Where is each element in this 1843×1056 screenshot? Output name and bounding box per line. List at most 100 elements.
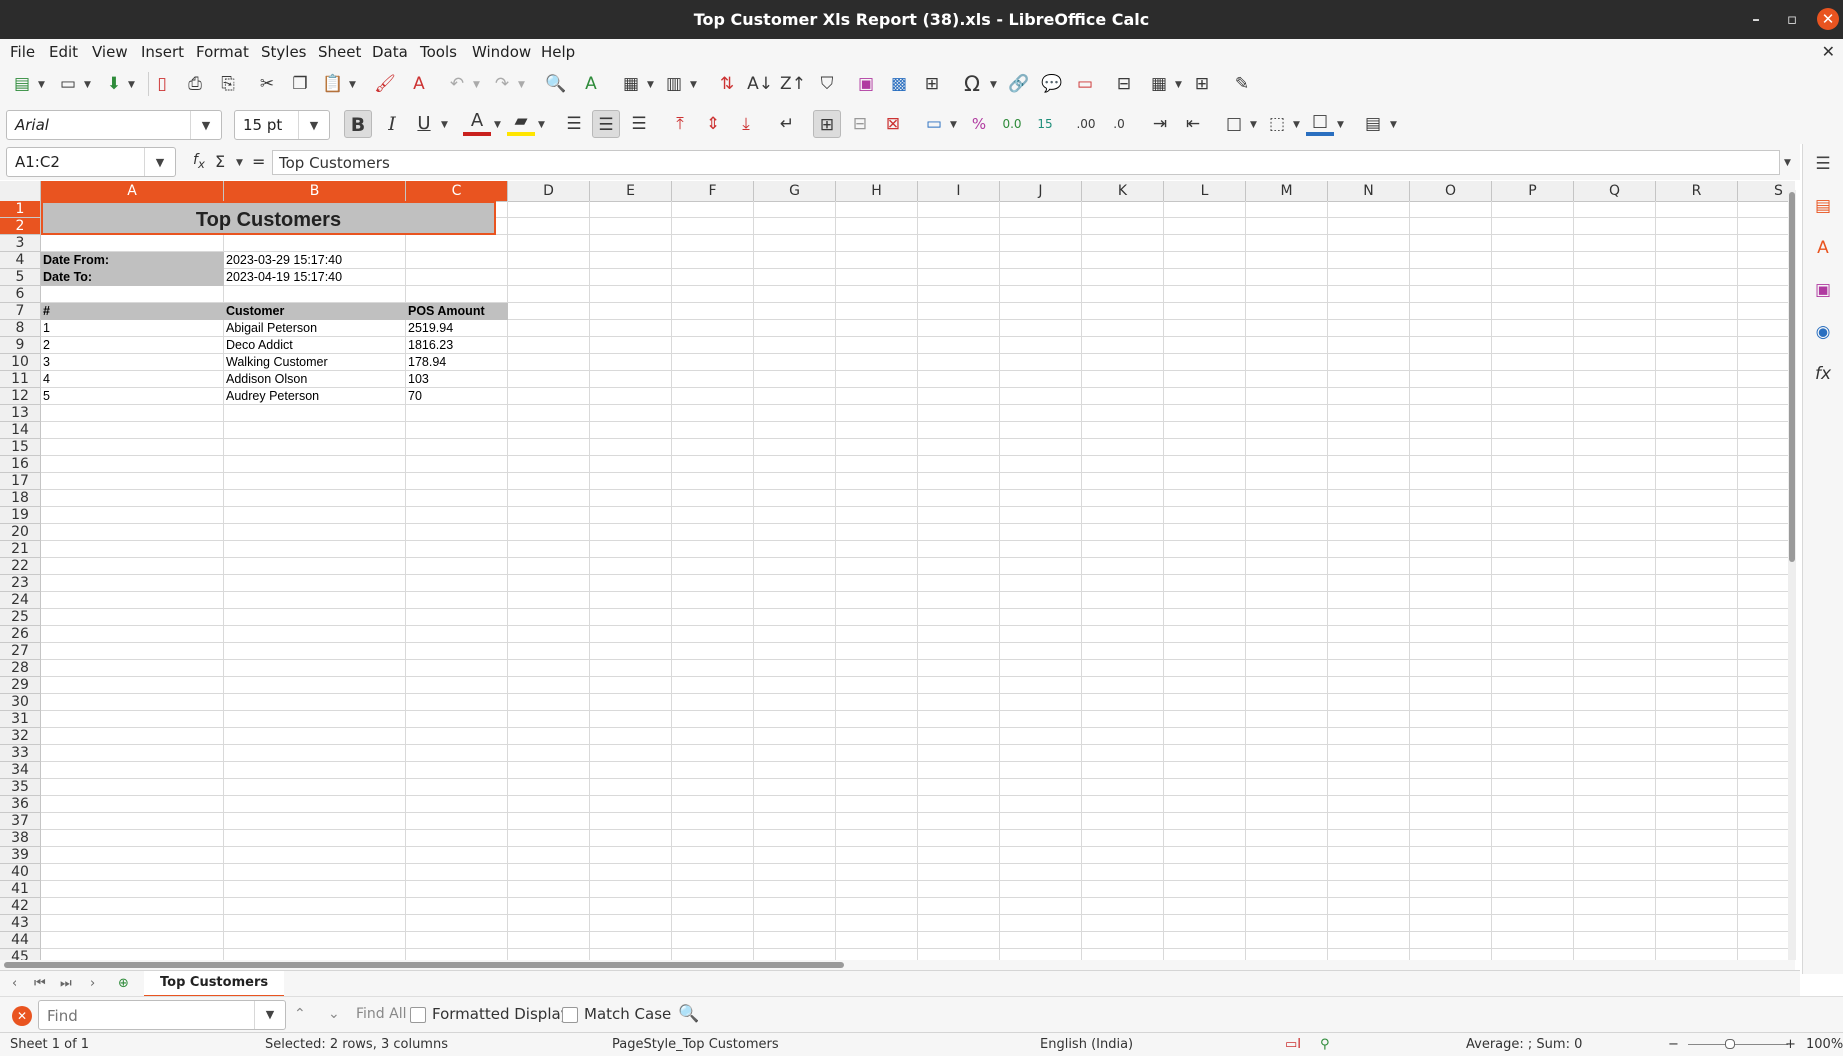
table-cell-number[interactable]: 4 [41,371,224,388]
sum-average-info[interactable]: Average: ; Sum: 0 [1466,1037,1582,1052]
menu-view[interactable]: View [92,43,128,61]
row-header[interactable]: 28 [0,660,41,677]
row-header[interactable]: 6 [0,286,41,303]
row-header[interactable]: 2 [0,218,41,235]
spreadsheet-grid[interactable]: A B C D E F G H I J K L M N O P Q R S 12… [0,181,1795,960]
cell-area[interactable]: Top Customers Date From: 2023-03-29 15:1… [41,201,1795,960]
freeze-dropdown-icon[interactable]: ▼ [1175,80,1182,90]
italic-icon[interactable]: I [378,110,406,138]
highlight-color-icon[interactable]: ▰ [507,110,535,136]
border-style-dropdown-icon[interactable]: ▼ [1293,120,1300,130]
first-sheet-icon[interactable]: ‹ [12,976,17,991]
column-header[interactable]: N [1328,181,1410,201]
column-header[interactable]: C [406,181,508,201]
zoom-out-icon[interactable]: − [1668,1037,1679,1052]
border-color-icon[interactable]: □ [1306,110,1334,136]
row-header[interactable]: 39 [0,847,41,864]
row-icon[interactable]: ▦ [617,70,645,98]
conditional-format-icon[interactable]: ▤ [1359,110,1387,138]
borders-icon[interactable]: □ [1220,110,1248,138]
redo-icon[interactable]: ↷ [488,70,516,98]
font-color-dropdown-icon[interactable]: ▼ [494,120,501,130]
export-pdf-icon[interactable]: ▯ [148,70,176,98]
border-style-icon[interactable]: ⬚ [1263,110,1291,138]
print-icon[interactable]: ⎙ [181,70,209,98]
sidebar-menu-icon[interactable]: ☰ [1811,152,1835,176]
delete-decimal-icon[interactable]: .0 [1105,110,1133,138]
properties-icon[interactable]: ▤ [1811,194,1835,218]
column-header[interactable]: R [1656,181,1738,201]
open-folder-icon[interactable]: ▭ [54,70,82,98]
row-header[interactable]: 25 [0,609,41,626]
row-header[interactable]: 35 [0,779,41,796]
column-header[interactable]: J [1000,181,1082,201]
find-input-box[interactable]: ▼ [38,1000,286,1030]
zoom-slider[interactable] [1688,1044,1788,1045]
last-sheet-icon[interactable]: › [90,976,95,991]
sum-dropdown-icon[interactable]: ▼ [236,158,243,168]
currency-icon[interactable]: ▭ [920,110,948,138]
formatted-display-checkbox[interactable]: Formatted Display [410,1005,570,1023]
font-size-box[interactable]: 15 pt ▼ [234,110,330,140]
row-header[interactable]: 37 [0,813,41,830]
clone-formatting-icon[interactable]: 🖌 [371,70,399,98]
row-header[interactable]: 23 [0,575,41,592]
column-dropdown-icon[interactable]: ▼ [690,80,697,90]
column-header[interactable]: D [508,181,590,201]
undo-icon[interactable]: ↶ [443,70,471,98]
row-header[interactable]: 3 [0,235,41,252]
header-customer-cell[interactable]: Customer [224,303,406,320]
name-box[interactable]: A1:C2 ▼ [6,147,176,177]
close-window-icon[interactable]: ✕ [1817,8,1839,30]
page-style[interactable]: PageStyle_Top Customers [612,1037,779,1052]
row-dropdown-icon[interactable]: ▼ [647,80,654,90]
row-header[interactable]: 33 [0,745,41,762]
row-header[interactable]: 10 [0,354,41,371]
row-header[interactable]: 8 [0,320,41,337]
table-cell-amount[interactable]: 2519.94 [406,320,508,337]
header-pos-amount-cell[interactable]: POS Amount [406,303,508,320]
print-preview-icon[interactable]: ⎘ [214,70,242,98]
select-all-corner[interactable] [0,181,41,201]
row-header[interactable]: 41 [0,881,41,898]
column-header[interactable]: F [672,181,754,201]
row-header[interactable]: 42 [0,898,41,915]
bold-icon[interactable]: B [344,110,372,138]
menu-sheet[interactable]: Sheet [318,43,361,61]
align-middle-icon[interactable]: ⇕ [699,110,727,138]
decrease-indent-icon[interactable]: ⇤ [1179,110,1207,138]
save-icon[interactable]: ⬇ [100,70,128,98]
table-cell-customer[interactable]: Walking Customer [224,354,406,371]
close-find-bar-icon[interactable]: ✕ [12,1006,32,1026]
column-header[interactable]: L [1164,181,1246,201]
column-header[interactable]: P [1492,181,1574,201]
date-to-label-cell[interactable]: Date To: [41,269,224,286]
row-header[interactable]: 44 [0,932,41,949]
chevron-down-icon[interactable]: ▼ [144,148,175,176]
row-header[interactable]: 27 [0,643,41,660]
row-header[interactable]: 19 [0,507,41,524]
align-right-icon[interactable]: ☰ [625,110,653,138]
table-cell-amount[interactable]: 70 [406,388,508,405]
copy-icon[interactable]: ❐ [286,70,314,98]
menu-styles[interactable]: Styles [261,43,307,61]
menu-tools[interactable]: Tools [420,43,457,61]
column-header[interactable]: G [754,181,836,201]
row-header[interactable]: 40 [0,864,41,881]
row-header[interactable]: 1 [0,201,41,218]
sheet-tab-top-customers[interactable]: Top Customers [144,971,285,997]
row-header[interactable]: 16 [0,456,41,473]
zoom-level[interactable]: 100% [1806,1037,1843,1052]
wrap-text-icon[interactable]: ↵ [773,110,801,138]
row-header[interactable]: 21 [0,541,41,558]
row-header[interactable]: 13 [0,405,41,422]
underline-icon[interactable]: U [410,110,438,138]
unmerge-cells-icon[interactable]: ⊠ [879,110,907,138]
row-header[interactable]: 11 [0,371,41,388]
table-cell-amount[interactable]: 103 [406,371,508,388]
add-sheet-icon[interactable]: ⊕ [118,976,129,991]
borders-dropdown-icon[interactable]: ▼ [1250,120,1257,130]
row-header[interactable]: 45 [0,949,41,960]
row-header[interactable]: 26 [0,626,41,643]
increase-indent-icon[interactable]: ⇥ [1146,110,1174,138]
